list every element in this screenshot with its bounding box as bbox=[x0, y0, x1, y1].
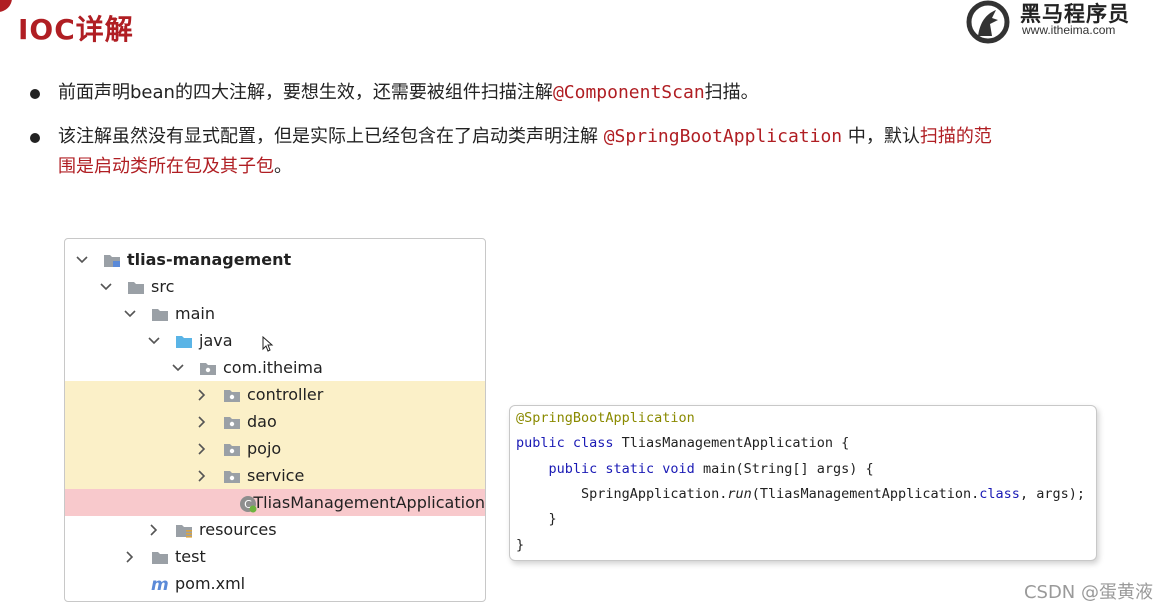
code-token: public static void bbox=[548, 460, 703, 477]
tree-item[interactable]: tlias-management bbox=[65, 246, 485, 273]
module-icon bbox=[103, 252, 121, 268]
bullet-dot bbox=[30, 89, 40, 99]
corner-decoration bbox=[0, 0, 12, 12]
package-icon bbox=[199, 360, 217, 376]
code-line: } bbox=[516, 511, 557, 527]
tree-item[interactable]: src bbox=[65, 273, 485, 300]
chevron-down-icon[interactable] bbox=[171, 361, 185, 375]
package-icon bbox=[223, 468, 241, 484]
tree-item-label: service bbox=[247, 466, 305, 485]
tree-item[interactable]: main bbox=[65, 300, 485, 327]
mouse-cursor-icon bbox=[262, 336, 274, 352]
tree-item[interactable]: pojo bbox=[65, 435, 485, 462]
tree-item-label: src bbox=[151, 277, 175, 296]
tree-item-label: TliasManagementApplication bbox=[253, 493, 485, 512]
code-token: } bbox=[516, 536, 525, 553]
tree-item-label: com.itheima bbox=[223, 358, 323, 377]
watermark: CSDN @蛋黄液 bbox=[1023, 582, 1153, 603]
tree-item[interactable]: com.itheima bbox=[65, 354, 485, 381]
bullet-text: 前面声明bean的四大注解，要想生效，还需要被组件扫描注解 bbox=[58, 82, 553, 103]
tree-item[interactable]: java bbox=[65, 327, 485, 354]
bullet-text: 中，默认 bbox=[842, 126, 920, 147]
project-tree: tlias-management src main java com.itheima co… bbox=[64, 238, 486, 602]
code-token: , args); bbox=[1019, 485, 1085, 502]
brand-url: www.itheima.com bbox=[1022, 23, 1116, 37]
bullet-code: @ComponentScan bbox=[552, 82, 705, 103]
tree-item[interactable]: m pom.xml bbox=[65, 570, 485, 597]
folder-icon bbox=[151, 306, 169, 322]
tree-item-label: main bbox=[175, 304, 215, 323]
tree-item[interactable]: C TliasManagementApplication bbox=[65, 489, 485, 516]
chevron-down-icon[interactable] bbox=[99, 280, 113, 294]
bullet-code: @SpringBootApplication bbox=[603, 126, 843, 147]
tree-item[interactable]: service bbox=[65, 462, 485, 489]
bullet-list: 前面声明bean的四大注解，要想生效，还需要被组件扫描注解@ComponentS… bbox=[30, 78, 1130, 196]
chevron-right-icon[interactable] bbox=[195, 469, 209, 483]
resources-folder-icon bbox=[175, 522, 193, 538]
code-line: @SpringBootApplication bbox=[516, 410, 695, 426]
code-token: class bbox=[979, 485, 1020, 502]
tree-item[interactable]: dao bbox=[65, 408, 485, 435]
folder-icon bbox=[127, 279, 145, 295]
tree-item[interactable]: controller bbox=[65, 381, 485, 408]
tree-item-label: controller bbox=[247, 385, 324, 404]
bullet-emphasis: 围是启动类所在包及其子包 bbox=[58, 156, 274, 177]
bullet-text: 。 bbox=[274, 156, 292, 177]
folder-icon bbox=[151, 549, 169, 565]
code-line: public static void main(String[] args) { bbox=[516, 461, 874, 477]
tree-item[interactable]: resources bbox=[65, 516, 485, 543]
code-snippet: @SpringBootApplication public class Tlias… bbox=[509, 405, 1097, 561]
code-token: SpringApplication. bbox=[516, 485, 728, 502]
tree-item-label: pom.xml bbox=[175, 574, 246, 593]
tree-item[interactable]: test bbox=[65, 543, 485, 570]
package-icon bbox=[223, 441, 241, 457]
code-line: SpringApplication.run(TliasManagementApp… bbox=[516, 486, 1085, 502]
bullet-item: 该注解虽然没有显式配置，但是实际上已经包含在了启动类声明注解 @SpringBo… bbox=[30, 122, 1130, 182]
bullet-emphasis: 扫描的范 bbox=[919, 126, 992, 147]
bullet-text: 该注解虽然没有显式配置，但是实际上已经包含在了启动类声明注解 bbox=[58, 126, 604, 147]
code-token: TliasManagementApplication { bbox=[621, 435, 850, 452]
chevron-down-icon[interactable] bbox=[123, 307, 137, 321]
chevron-down-icon[interactable] bbox=[147, 334, 161, 348]
chevron-right-icon[interactable] bbox=[195, 388, 209, 402]
tree-item-label: dao bbox=[247, 412, 277, 431]
maven-icon: m bbox=[151, 576, 169, 592]
horse-logo-icon bbox=[966, 0, 1010, 44]
chevron-down-icon[interactable] bbox=[75, 253, 89, 267]
spring-class-icon: C bbox=[239, 495, 257, 512]
tree-item-label: pojo bbox=[247, 439, 282, 458]
code-token: run bbox=[727, 485, 752, 502]
package-icon bbox=[223, 387, 241, 403]
code-token: main(String[] args) { bbox=[702, 460, 874, 477]
brand-logo: 黑马程序员 www.itheima.com bbox=[962, 0, 1152, 44]
code-line: public class TliasManagementApplication … bbox=[516, 435, 849, 451]
code-token: } bbox=[516, 511, 557, 528]
code-token: public class bbox=[516, 435, 622, 452]
tree-item-label: java bbox=[199, 331, 233, 350]
code-token: @SpringBootApplication bbox=[516, 410, 695, 426]
tree-item-label: test bbox=[175, 547, 206, 566]
chevron-right-icon[interactable] bbox=[147, 523, 161, 537]
chevron-right-icon[interactable] bbox=[123, 550, 137, 564]
chevron-right-icon[interactable] bbox=[195, 442, 209, 456]
bullet-item: 前面声明bean的四大注解，要想生效，还需要被组件扫描注解@ComponentS… bbox=[30, 78, 1130, 108]
code-line: } bbox=[516, 537, 524, 553]
tree-item-label: tlias-management bbox=[127, 250, 292, 269]
source-folder-icon bbox=[175, 333, 193, 349]
bullet-text: 扫描。 bbox=[704, 82, 759, 103]
code-token: (TliasManagementApplication. bbox=[751, 485, 980, 502]
slide-title: IOC详解 bbox=[18, 13, 134, 46]
svg-text:m: m bbox=[151, 576, 169, 592]
package-icon bbox=[223, 414, 241, 430]
tree-item-label: resources bbox=[199, 520, 277, 539]
bullet-dot bbox=[30, 133, 40, 143]
chevron-right-icon[interactable] bbox=[195, 415, 209, 429]
